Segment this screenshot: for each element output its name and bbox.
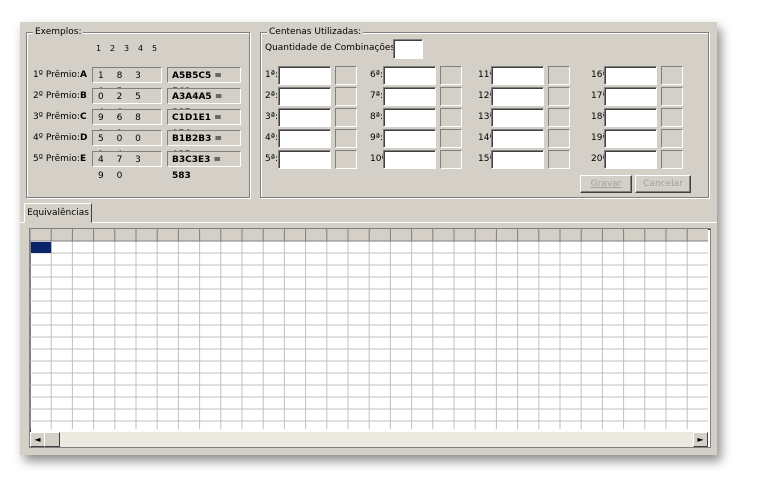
centena-result	[548, 150, 570, 169]
premio-label: 1º Prêmio:	[33, 70, 80, 80]
selected-cell[interactable]	[31, 242, 52, 253]
centena-input[interactable]	[491, 150, 544, 169]
quantidade-label: Quantidade de Combinações:	[265, 43, 399, 53]
centena-input[interactable]	[604, 129, 657, 148]
centena-result	[661, 108, 683, 127]
premio-digits: 0 2 5 4 6	[92, 88, 162, 118]
centena-label: 1ª:	[265, 70, 278, 80]
premio-digits: 9 6 8 8 1	[92, 109, 162, 139]
digit-header-5: 5	[152, 44, 158, 53]
centena-result	[548, 108, 570, 127]
arrow-left-icon: ◄	[34, 435, 41, 444]
scroll-right-button[interactable]: ►	[693, 432, 708, 447]
centena-input[interactable]	[604, 108, 657, 127]
centena-result	[335, 87, 357, 106]
gravar-label: Gravar	[590, 179, 622, 189]
centena-input[interactable]	[383, 87, 436, 106]
digit-header-1: 1	[96, 44, 102, 53]
centena-input[interactable]	[491, 108, 544, 127]
centena-input[interactable]	[278, 66, 331, 85]
tab-equivalencias-label: Equivalências	[27, 208, 89, 218]
cancelar-button[interactable]: Cancelar	[635, 175, 691, 193]
centena-input[interactable]	[278, 108, 331, 127]
premio-formula: A5B5C5 = 561	[167, 67, 241, 97]
digit-header-3: 3	[124, 44, 130, 53]
quantidade-input[interactable]	[393, 39, 423, 59]
centena-result	[440, 150, 462, 169]
centena-label: 8ª:	[370, 112, 383, 122]
centena-result	[440, 108, 462, 127]
centenas-title: Centenas Utilizadas:	[267, 26, 364, 38]
centena-input[interactable]	[604, 66, 657, 85]
premio-label: 4º Prêmio:	[33, 133, 80, 143]
centena-input[interactable]	[278, 129, 331, 148]
premio-formula: B1B2B3 = 025	[167, 130, 241, 160]
premio-letter: C	[80, 112, 87, 122]
equivalencias-grid[interactable]: ◄ ►	[29, 228, 711, 448]
centena-result	[335, 66, 357, 85]
scroll-thumb[interactable]	[44, 432, 60, 447]
centena-input[interactable]	[604, 150, 657, 169]
horizontal-scrollbar[interactable]: ◄ ►	[30, 432, 708, 447]
digit-header-4: 4	[138, 44, 144, 53]
gravar-button[interactable]: Gravar	[580, 175, 632, 193]
premio-label: 3º Prêmio:	[33, 112, 80, 122]
tab-equivalencias[interactable]: Equivalências	[24, 203, 92, 223]
centena-input[interactable]	[383, 66, 436, 85]
centena-input[interactable]	[383, 150, 436, 169]
centena-input[interactable]	[278, 87, 331, 106]
premio-letter: E	[80, 154, 87, 164]
premio-letter: B	[80, 91, 87, 101]
centena-result	[661, 87, 683, 106]
arrow-right-icon: ►	[697, 435, 704, 444]
centena-input[interactable]	[383, 108, 436, 127]
premio-digits: 1 8 3 8 5	[92, 67, 162, 97]
digit-header-2: 2	[110, 44, 116, 53]
centena-result	[661, 150, 683, 169]
premio-formula: B3C3E3 = 583	[167, 151, 241, 181]
centena-result	[548, 129, 570, 148]
centena-result	[661, 129, 683, 148]
centena-input[interactable]	[383, 129, 436, 148]
premio-label: 2º Prêmio:	[33, 91, 80, 101]
centena-result	[335, 108, 357, 127]
centena-result	[335, 150, 357, 169]
centena-result	[661, 66, 683, 85]
premio-label: 5º Prêmio:	[33, 154, 80, 164]
centena-label: 3ª:	[265, 112, 278, 122]
centena-label: 5ª:	[265, 154, 278, 164]
centena-result	[440, 66, 462, 85]
centena-label: 4ª:	[265, 133, 278, 143]
tab-baseline	[20, 222, 717, 223]
centena-result	[440, 87, 462, 106]
premio-formula: A3A4A5 = 385	[167, 88, 241, 118]
centena-result	[548, 66, 570, 85]
centena-label: 6ª:	[370, 70, 383, 80]
centena-input[interactable]	[491, 87, 544, 106]
scroll-left-button[interactable]: ◄	[30, 432, 45, 447]
premio-letter: A	[80, 70, 87, 80]
premio-letter: D	[80, 133, 88, 143]
premio-digits: 5 0 0 1 4	[92, 130, 162, 160]
centena-label: 9ª:	[370, 133, 383, 143]
grid-cells[interactable]	[30, 229, 708, 429]
centena-input[interactable]	[604, 87, 657, 106]
centena-result	[335, 129, 357, 148]
centena-label: 2ª:	[265, 91, 278, 101]
cancelar-label: Cancelar	[643, 179, 683, 189]
premio-digits: 4 7 3 9 0	[92, 151, 162, 181]
centena-input[interactable]	[491, 66, 544, 85]
exemplos-title: Exemplos:	[33, 26, 84, 38]
centena-result	[548, 87, 570, 106]
centena-input[interactable]	[491, 129, 544, 148]
premio-formula: C1D1E1 = 954	[167, 109, 241, 139]
centena-input[interactable]	[278, 150, 331, 169]
centena-label: 7ª:	[370, 91, 383, 101]
centena-result	[440, 129, 462, 148]
main-window: Exemplos: 12345 1º Prêmio:A 1 8 3 8 5A5B5…	[20, 22, 717, 455]
